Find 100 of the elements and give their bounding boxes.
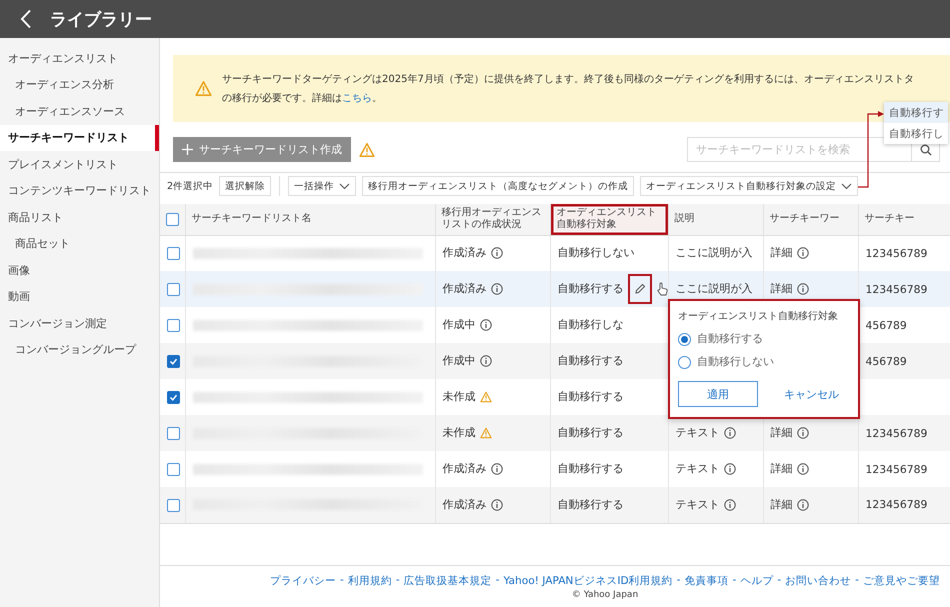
separator: - bbox=[855, 574, 859, 588]
copyright-text: © Yahoo Japan bbox=[572, 590, 638, 600]
table-cell: 123456789 bbox=[866, 462, 928, 476]
info-icon bbox=[490, 247, 502, 260]
checkmark-icon bbox=[169, 392, 178, 402]
details-link[interactable]: 詳細 bbox=[770, 426, 792, 440]
table-cell: 自動移行する bbox=[558, 390, 624, 404]
footer-link[interactable]: 利用規約 bbox=[348, 574, 392, 588]
table-cell: 自動移行する bbox=[558, 426, 624, 440]
info-icon bbox=[490, 498, 502, 511]
checkbox[interactable] bbox=[167, 318, 180, 332]
separator: - bbox=[396, 574, 400, 588]
status-text: 作成中 bbox=[442, 318, 476, 332]
sidebar-item[interactable]: 画像 bbox=[0, 257, 159, 284]
clear-selection-button[interactable]: 選択解除 bbox=[219, 176, 272, 196]
column-header[interactable]: サーチキーワー bbox=[763, 204, 858, 235]
warning-icon bbox=[195, 80, 212, 97]
sidebar-item[interactable]: コンテンツキーワードリスト bbox=[0, 178, 159, 204]
info-icon bbox=[480, 319, 492, 331]
table-cell: 自動移行しない bbox=[558, 246, 634, 260]
column-header[interactable]: オーディエンスリスト自動移行対象 bbox=[550, 204, 668, 235]
table-cell: 123456789 bbox=[866, 426, 928, 440]
status-text: 作成中 bbox=[442, 354, 476, 368]
sidebar-item[interactable]: オーディエンスリスト bbox=[0, 45, 159, 72]
column-header[interactable]: 説明 bbox=[668, 204, 763, 235]
warning-icon bbox=[359, 142, 375, 158]
apply-button[interactable]: 適用 bbox=[678, 381, 758, 407]
auto-migration-dropdown[interactable]: オーディエンスリスト自動移行対象の設定 bbox=[640, 176, 858, 196]
sidebar-item[interactable]: 商品セット bbox=[0, 230, 159, 257]
search-icon bbox=[920, 144, 932, 156]
sidebar-item[interactable]: サーチキーワードリスト bbox=[0, 124, 159, 151]
popup-title: オーディエンスリスト自動移行対象 bbox=[678, 310, 839, 323]
status-text: 未作成 bbox=[442, 390, 476, 404]
table-cell: 456789 bbox=[866, 354, 907, 368]
sidebar-item[interactable]: 商品リスト bbox=[0, 204, 159, 230]
table-cell: 自動移行する bbox=[558, 462, 624, 476]
separator: - bbox=[732, 574, 736, 588]
selection-count: 2件選択中 bbox=[167, 180, 214, 192]
details-link[interactable]: 詳細 bbox=[770, 498, 792, 512]
details-link[interactable]: 詳細 bbox=[770, 462, 792, 476]
details-link[interactable]: こちら bbox=[342, 92, 372, 104]
footer-link[interactable]: ヘルプ bbox=[740, 574, 774, 588]
footer-link[interactable]: お問い合わせ bbox=[785, 574, 852, 588]
checkbox[interactable] bbox=[167, 390, 180, 404]
details-link[interactable]: 詳細 bbox=[770, 282, 792, 296]
info-icon bbox=[796, 427, 808, 439]
table-cell: テキスト bbox=[676, 426, 720, 440]
status-text: 作成済み bbox=[442, 498, 486, 512]
column-header[interactable]: サーチキーワードリスト名 bbox=[185, 204, 435, 235]
create-audience-button[interactable]: 移行用オーディエンスリスト（高度なセグメント）の作成 bbox=[362, 176, 634, 196]
footer-link[interactable]: プライバシー bbox=[270, 574, 336, 588]
radio-button[interactable] bbox=[678, 332, 691, 346]
sidebar-item[interactable]: コンバージョン測定 bbox=[0, 310, 159, 336]
footer-link[interactable]: 免責事項 bbox=[684, 574, 728, 588]
option-label: 自動移行する bbox=[697, 332, 763, 346]
option-label: 自動移行しない bbox=[697, 355, 774, 369]
checkbox[interactable] bbox=[166, 212, 179, 226]
table-cell: 123456789 bbox=[866, 282, 928, 296]
checkbox[interactable] bbox=[167, 354, 180, 368]
details-link[interactable]: 詳細 bbox=[770, 246, 792, 260]
checkbox[interactable] bbox=[167, 282, 180, 296]
sidebar-item[interactable]: コンバージョングループ bbox=[0, 336, 159, 363]
edit-button[interactable] bbox=[628, 274, 652, 304]
caret-icon bbox=[841, 182, 852, 190]
checkbox[interactable] bbox=[167, 426, 180, 440]
menu-item[interactable]: 自動移行す bbox=[884, 102, 948, 123]
radio-button[interactable] bbox=[678, 356, 691, 368]
status-text: 作成済み bbox=[442, 462, 486, 476]
table-cell: テキスト bbox=[676, 498, 720, 512]
checkbox[interactable] bbox=[167, 247, 180, 260]
page-title: ライブラリー bbox=[50, 8, 152, 30]
footer-link[interactable]: Yahoo! JAPANビジネスID利用規約 bbox=[504, 574, 673, 588]
radio-option[interactable]: 自動移行しない bbox=[678, 355, 774, 369]
checkbox[interactable] bbox=[167, 498, 180, 512]
sidebar-item[interactable]: プレイスメントリスト bbox=[0, 151, 159, 178]
warning-icon bbox=[480, 391, 492, 403]
table-cell: 123456789 bbox=[866, 246, 928, 260]
table-cell: 自動移行しな bbox=[558, 318, 624, 332]
sidebar-item[interactable]: オーディエンスソース bbox=[0, 98, 159, 124]
footer-link[interactable]: 広告取扱基本規定 bbox=[404, 574, 492, 588]
status-text: 作成済み bbox=[442, 246, 486, 260]
table-cell: 自動移行する bbox=[558, 354, 624, 368]
bulk-action-dropdown[interactable]: 一括操作 bbox=[288, 176, 356, 196]
checkbox[interactable] bbox=[167, 462, 180, 476]
back-icon[interactable] bbox=[20, 9, 32, 29]
info-icon bbox=[724, 498, 736, 511]
column-header[interactable]: 移行用オーディエンスリストの作成状況 bbox=[435, 204, 550, 235]
info-icon bbox=[724, 463, 736, 475]
radio-option[interactable]: 自動移行する bbox=[678, 332, 763, 346]
sidebar-item[interactable]: 動画 bbox=[0, 284, 159, 310]
warning-icon bbox=[480, 427, 492, 439]
cancel-button[interactable]: キャンセル bbox=[778, 386, 845, 402]
search-field[interactable]: サーチキーワードリストを検索 bbox=[687, 137, 912, 162]
footer-link[interactable]: ご意見やご要望 bbox=[862, 574, 940, 588]
status-text: 作成済み bbox=[442, 282, 486, 296]
sidebar-item[interactable]: オーディエンス分析 bbox=[0, 72, 159, 98]
pencil-icon bbox=[634, 283, 646, 295]
status-text: 未作成 bbox=[442, 426, 476, 440]
table-cell: 自動移行する bbox=[558, 282, 624, 296]
column-header[interactable]: サーチキー bbox=[858, 204, 950, 235]
